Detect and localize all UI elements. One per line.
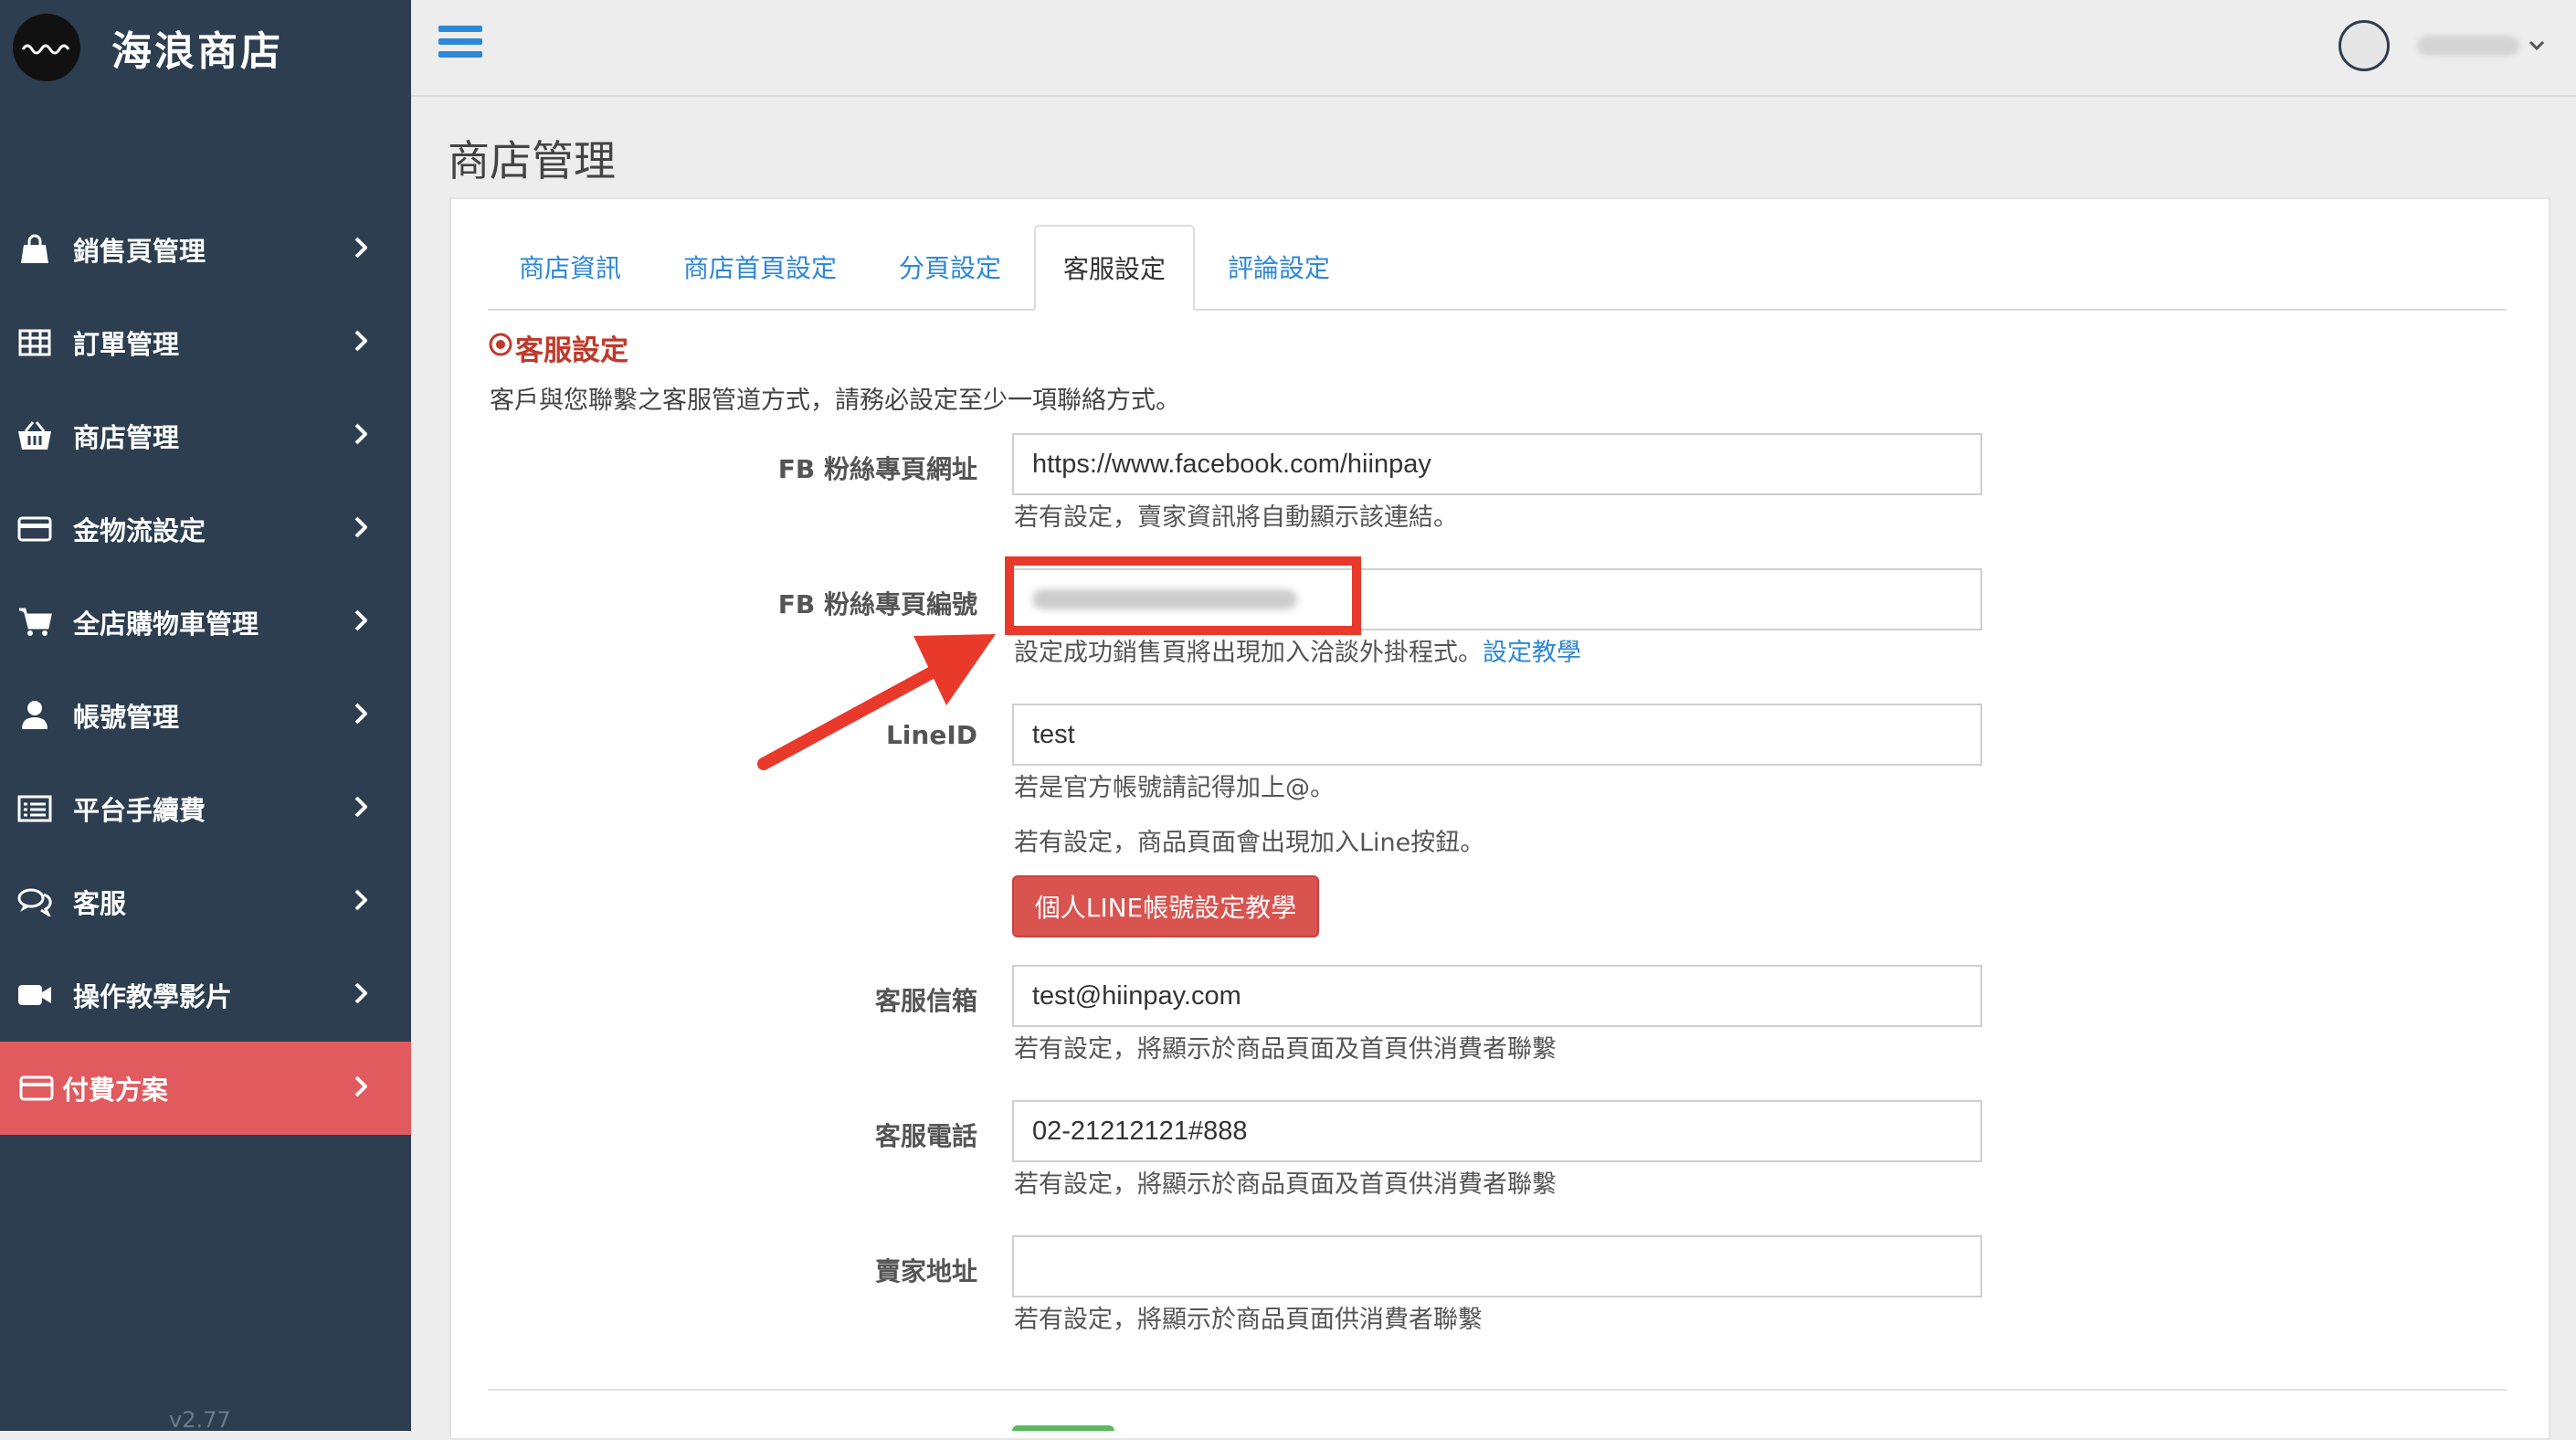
page-title: 商店管理	[448, 136, 616, 185]
line-id-input[interactable]: test	[1012, 704, 1982, 766]
chat-icon	[16, 884, 53, 920]
sidebar-menu: 銷售頁管理 訂單管理 商店管理 金物流設定 全店購物車管理 帳號管理 平台手續費…	[0, 203, 411, 1135]
annotation-highlight-box	[1005, 556, 1361, 635]
sidebar-item-label: 客服	[73, 888, 127, 919]
line-id-label: LineID	[885, 720, 977, 750]
chevron-right-icon	[354, 889, 368, 915]
fb-id-tutorial-link[interactable]: 設定教學	[1483, 639, 1581, 667]
section-description: 客戶與您聯繫之客服管道方式，請務必設定至少一項聯絡方式。	[490, 386, 1180, 415]
sidebar-item-label: 帳號管理	[73, 702, 180, 733]
fb-url-label: FB 粉絲專頁網址	[777, 454, 977, 484]
chevron-right-icon	[354, 703, 368, 728]
chevron-right-icon	[354, 609, 368, 635]
phone-input[interactable]: 02-21212121#888	[1012, 1100, 1982, 1162]
tab-store-info[interactable]: 商店資訊	[519, 225, 621, 309]
line-tutorial-button[interactable]: 個人LINE帳號設定教學	[1012, 875, 1319, 937]
tab-homepage-settings[interactable]: 商店首頁設定	[683, 225, 837, 309]
sidebar-item-platform-fees[interactable]: 平台手續費	[0, 762, 411, 855]
sidebar-item-label: 訂單管理	[73, 329, 180, 360]
tab-review-settings[interactable]: 評論設定	[1228, 225, 1330, 309]
tab-bar: 商店資訊 商店首頁設定 分頁設定 客服設定 評論設定	[488, 225, 2507, 311]
address-input[interactable]	[1012, 1235, 1982, 1297]
phone-help: 若有設定，將顯示於商品頁面及首頁供消費者聯繫	[1014, 1170, 1557, 1199]
topbar	[411, 0, 2576, 97]
sidebar-item-tutorial-videos[interactable]: 操作教學影片	[0, 948, 411, 1042]
fb-id-help: 設定成功銷售頁將出現加入洽談外掛程式。設定教學	[1014, 632, 1581, 668]
tab-customer-service-settings[interactable]: 客服設定	[1034, 225, 1195, 311]
sidebar-item-pricing-plans[interactable]: 付費方案	[0, 1042, 411, 1135]
email-input[interactable]: test@hiinpay.com	[1012, 965, 1982, 1027]
fb-id-label: FB 粉絲專頁編號	[777, 589, 977, 619]
save-button[interactable]	[1012, 1425, 1114, 1431]
sidebar-item-payment-logistics[interactable]: 金物流設定	[0, 482, 411, 576]
version-label: v2.77	[169, 1407, 231, 1433]
cart-icon	[16, 604, 53, 641]
email-label: 客服信箱	[874, 986, 977, 1016]
video-camera-icon	[16, 977, 53, 1013]
tab-page-settings[interactable]: 分頁設定	[899, 225, 1001, 309]
fb-url-input[interactable]: https://www.facebook.com/hiinpay	[1012, 433, 1982, 495]
sidebar-item-accounts[interactable]: 帳號管理	[0, 669, 411, 762]
brand[interactable]: 海浪商店	[13, 13, 283, 82]
address-label: 賣家地址	[874, 1256, 977, 1286]
brand-name: 海浪商店	[111, 28, 283, 75]
chevron-down-icon	[2528, 37, 2545, 55]
chevron-right-icon	[354, 1075, 368, 1101]
avatar	[2338, 20, 2390, 71]
user-name-blurred	[2417, 36, 2519, 56]
hamburger-menu-icon[interactable]	[438, 26, 482, 62]
fb-url-help: 若有設定，賣家資訊將自動顯示該連結。	[1014, 503, 1458, 532]
sidebar: 海浪商店 銷售頁管理 訂單管理 商店管理 金物流設定 全店購物車管理 帳號管理 …	[0, 0, 411, 1433]
circle-dot-icon	[488, 332, 513, 365]
email-value: test@hiinpay.com	[1032, 980, 1241, 1011]
sidebar-item-label: 平台手續費	[73, 795, 206, 826]
chevron-right-icon	[354, 423, 368, 449]
chevron-right-icon	[354, 982, 368, 1008]
address-help: 若有設定，將顯示於商品頁面供消費者聯繫	[1014, 1306, 1483, 1334]
sidebar-item-customer-service[interactable]: 客服	[0, 855, 411, 948]
user-menu[interactable]	[2338, 20, 2545, 71]
chevron-right-icon	[354, 796, 368, 821]
user-icon	[16, 697, 53, 734]
section-title-text: 客服設定	[515, 334, 628, 367]
shopping-bag-icon	[16, 231, 53, 268]
chevron-right-icon	[354, 237, 368, 262]
sidebar-item-label: 銷售頁管理	[73, 236, 206, 267]
wave-logo-icon	[13, 14, 80, 81]
table-icon	[16, 324, 53, 361]
credit-card-icon	[16, 511, 53, 547]
sidebar-item-cart[interactable]: 全店購物車管理	[0, 576, 411, 669]
fb-id-help-text: 設定成功銷售頁將出現加入洽談外掛程式。	[1014, 639, 1483, 667]
sidebar-item-sales-pages[interactable]: 銷售頁管理	[0, 203, 411, 296]
section-title: 客服設定	[488, 327, 628, 368]
sidebar-item-label: 金物流設定	[73, 515, 206, 546]
basket-icon	[16, 418, 53, 454]
sidebar-item-orders[interactable]: 訂單管理	[0, 296, 411, 389]
sidebar-item-label: 操作教學影片	[73, 981, 233, 1012]
chevron-right-icon	[354, 516, 368, 542]
phone-label: 客服電話	[874, 1121, 977, 1151]
sidebar-item-store[interactable]: 商店管理	[0, 389, 411, 482]
sidebar-item-label: 全店購物車管理	[73, 609, 259, 640]
phone-value: 02-21212121#888	[1032, 1116, 1248, 1146]
credit-card-icon	[18, 1070, 55, 1106]
line-id-help-2: 若有設定，商品頁面會出現加入Line按鈕。	[1014, 829, 1485, 857]
email-help: 若有設定，將顯示於商品頁面及首頁供消費者聯繫	[1014, 1035, 1557, 1064]
line-id-value: test	[1032, 719, 1075, 749]
form-divider	[488, 1389, 2507, 1391]
list-icon	[16, 790, 53, 827]
sidebar-item-label: 付費方案	[62, 1075, 169, 1106]
chevron-right-icon	[354, 330, 368, 355]
fb-url-value: https://www.facebook.com/hiinpay	[1032, 449, 1431, 479]
sidebar-item-label: 商店管理	[73, 422, 180, 453]
line-id-help-1: 若是官方帳號請記得加上@。	[1014, 774, 1335, 802]
